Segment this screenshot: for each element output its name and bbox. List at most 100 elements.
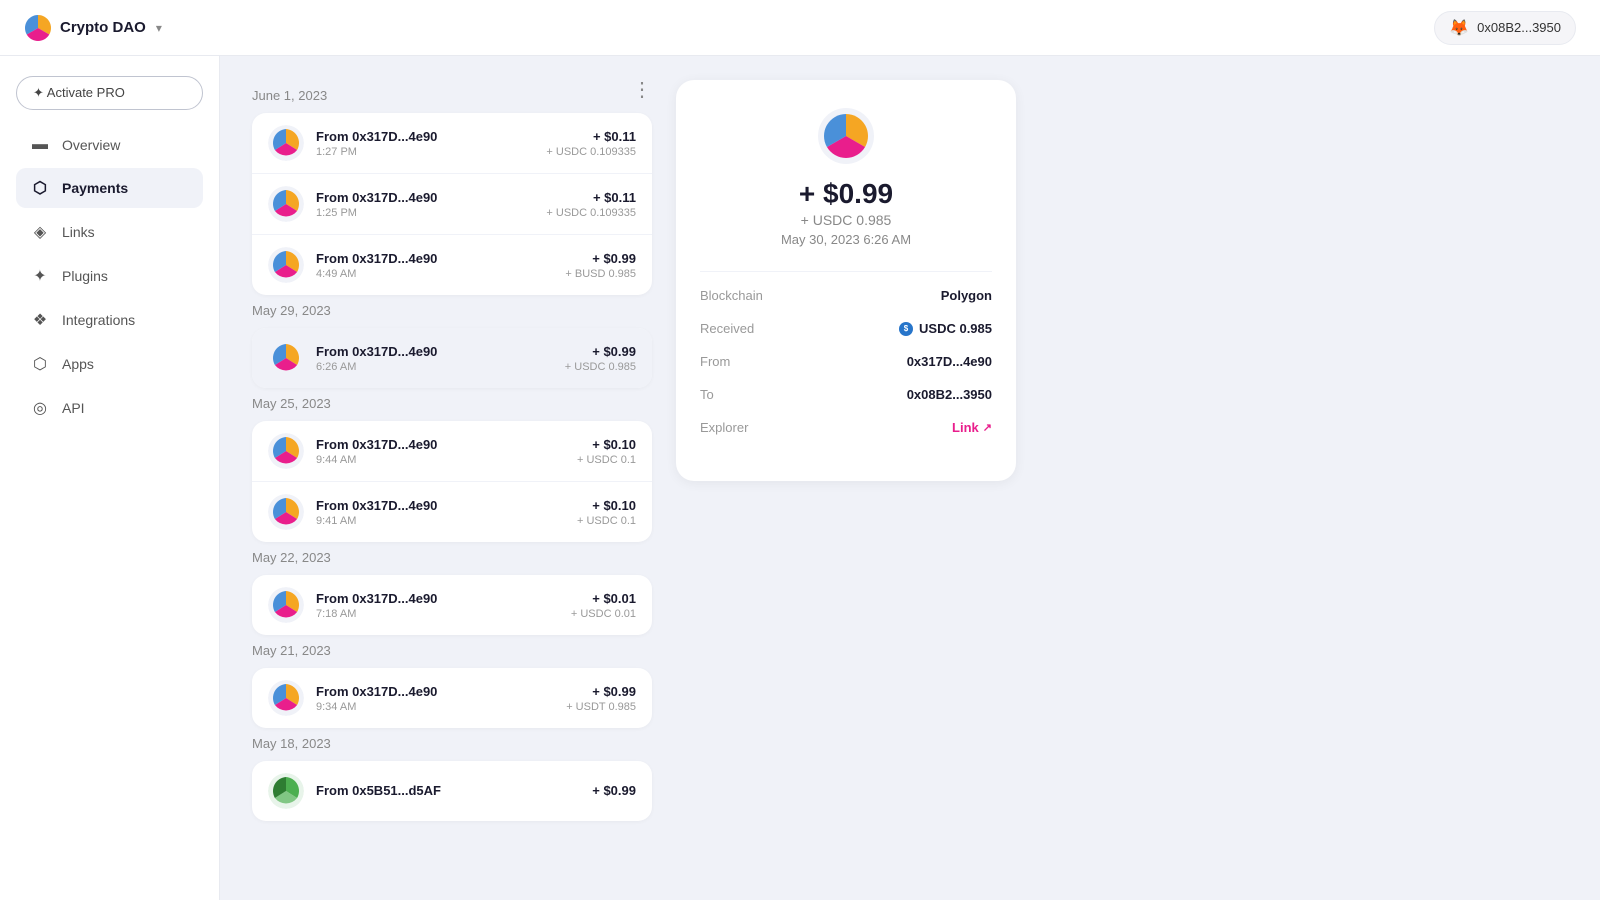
sidebar-item-apps[interactable]: ⬡ Apps: [16, 344, 203, 384]
payment-token: + USDC 0.1: [577, 515, 636, 527]
dropdown-arrow-icon[interactable]: ▾: [156, 21, 162, 35]
plugins-icon: ✦: [30, 266, 50, 286]
payment-group-0: June 1, 2023 From 0x317D...4e90 1:27 PM …: [252, 88, 652, 295]
payment-item[interactable]: From 0x317D...4e90 4:49 AM + $0.99 + BUS…: [252, 235, 652, 295]
integrations-icon: ❖: [30, 310, 50, 330]
payment-time: 7:18 AM: [316, 608, 571, 620]
sidebar-item-plugins-label: Plugins: [62, 268, 108, 284]
date-label-4: May 21, 2023: [252, 643, 652, 658]
payment-usd: + $0.10: [577, 437, 636, 452]
detail-row-explorer: Explorer Link ↗: [700, 420, 992, 435]
payment-item-selected[interactable]: From 0x317D...4e90 6:26 AM + $0.99 + USD…: [252, 328, 652, 388]
payment-usd: + $0.99: [565, 344, 636, 359]
activate-pro-button[interactable]: ✦ Activate PRO: [16, 76, 203, 110]
payment-card-group-4: From 0x317D...4e90 9:34 AM + $0.99 + USD…: [252, 668, 652, 728]
payment-from: From 0x317D...4e90: [316, 190, 546, 205]
payment-info: From 0x5B51...d5AF: [316, 783, 592, 800]
payment-from: From 0x317D...4e90: [316, 251, 565, 266]
received-amount: USDC 0.985: [919, 321, 992, 336]
to-value: 0x08B2...3950: [907, 387, 992, 402]
payments-list: ⋮ June 1, 2023 From 0x317D...4e90 1:27 P…: [252, 80, 652, 876]
payment-info: From 0x317D...4e90 4:49 AM: [316, 251, 565, 280]
sidebar-item-integrations[interactable]: ❖ Integrations: [16, 300, 203, 340]
detail-crypto-icon: [818, 108, 874, 164]
payment-group-5: May 18, 2023 From 0x5B51...d5AF + $0.99: [252, 736, 652, 821]
payment-info: From 0x317D...4e90 1:27 PM: [316, 129, 546, 158]
payment-usd: + $0.01: [571, 591, 636, 606]
payment-info: From 0x317D...4e90 7:18 AM: [316, 591, 571, 620]
date-label-0: June 1, 2023: [252, 88, 652, 103]
payment-token: + USDC 0.01: [571, 608, 636, 620]
received-label: Received: [700, 321, 754, 336]
explorer-label: Explorer: [700, 420, 748, 435]
sidebar: ✦ Activate PRO ▬ Overview ⬡ Payments ◈ L…: [0, 56, 220, 900]
detail-row-from: From 0x317D...4e90: [700, 354, 992, 369]
topbar: Crypto DAO ▾ 🦊 0x08B2...3950: [0, 0, 1600, 56]
payment-token: + USDC 0.1: [577, 454, 636, 466]
explorer-link-text: Link: [952, 420, 979, 435]
sidebar-item-api[interactable]: ◎ API: [16, 388, 203, 428]
payment-time: 9:34 AM: [316, 701, 566, 713]
payment-usd: + $0.99: [566, 684, 636, 699]
received-value: $ USDC 0.985: [899, 321, 992, 336]
payment-usd: + $0.10: [577, 498, 636, 513]
payment-item[interactable]: From 0x317D...4e90 7:18 AM + $0.01 + USD…: [252, 575, 652, 635]
payment-item[interactable]: From 0x317D...4e90 9:41 AM + $0.10 + USD…: [252, 482, 652, 542]
payment-info: From 0x317D...4e90 9:34 AM: [316, 684, 566, 713]
payment-from: From 0x5B51...d5AF: [316, 783, 592, 798]
sidebar-item-plugins[interactable]: ✦ Plugins: [16, 256, 203, 296]
sidebar-item-payments-label: Payments: [62, 180, 128, 196]
avatar-8: [268, 773, 304, 809]
payment-card-group-3: From 0x317D...4e90 7:18 AM + $0.01 + USD…: [252, 575, 652, 635]
links-icon: ◈: [30, 222, 50, 242]
wallet-badge[interactable]: 🦊 0x08B2...3950: [1434, 11, 1576, 45]
payment-usd: + $0.99: [592, 783, 636, 798]
payment-from: From 0x317D...4e90: [316, 684, 566, 699]
topbar-left: Crypto DAO ▾: [24, 14, 162, 42]
detail-date: May 30, 2023 6:26 AM: [781, 232, 911, 247]
payment-time: 4:49 AM: [316, 268, 565, 280]
payment-time: 9:41 AM: [316, 515, 577, 527]
sidebar-item-overview[interactable]: ▬ Overview: [16, 126, 203, 164]
payment-amount: + $0.99 + USDT 0.985: [566, 684, 636, 713]
sidebar-item-apps-label: Apps: [62, 356, 94, 372]
payment-from: From 0x317D...4e90: [316, 437, 577, 452]
avatar-0: [268, 125, 304, 161]
from-label: From: [700, 354, 730, 369]
sidebar-item-payments[interactable]: ⬡ Payments: [16, 168, 203, 208]
payment-item[interactable]: From 0x317D...4e90 9:44 AM + $0.10 + USD…: [252, 421, 652, 482]
payment-group-4: May 21, 2023 From 0x317D...4e90 9:34 AM …: [252, 643, 652, 728]
payments-icon: ⬡: [30, 178, 50, 198]
payment-token: + BUSD 0.985: [565, 268, 636, 280]
payment-group-2: May 25, 2023 From 0x317D...4e90 9:44 AM …: [252, 396, 652, 542]
date-label-2: May 25, 2023: [252, 396, 652, 411]
detail-row-received: Received $ USDC 0.985: [700, 321, 992, 336]
payment-time: 1:25 PM: [316, 207, 546, 219]
avatar-4: [268, 433, 304, 469]
avatar-6: [268, 587, 304, 623]
payment-amount: + $0.11 + USDC 0.109335: [546, 129, 636, 158]
avatar-2: [268, 247, 304, 283]
payment-card-group-5: From 0x5B51...d5AF + $0.99: [252, 761, 652, 821]
date-label-5: May 18, 2023: [252, 736, 652, 751]
payment-from: From 0x317D...4e90: [316, 129, 546, 144]
payment-item[interactable]: From 0x5B51...d5AF + $0.99: [252, 761, 652, 821]
payment-amount: + $0.10 + USDC 0.1: [577, 498, 636, 527]
explorer-link[interactable]: Link ↗: [952, 420, 992, 435]
payment-group-3: May 22, 2023 From 0x317D...4e90 7:18 AM …: [252, 550, 652, 635]
more-options-button[interactable]: ⋮: [632, 80, 652, 100]
logo-icon: [24, 14, 52, 42]
payment-token: + USDC 0.109335: [546, 207, 636, 219]
to-label: To: [700, 387, 714, 402]
detail-divider: [700, 271, 992, 272]
sidebar-item-links[interactable]: ◈ Links: [16, 212, 203, 252]
api-icon: ◎: [30, 398, 50, 418]
payment-item[interactable]: From 0x317D...4e90 9:34 AM + $0.99 + USD…: [252, 668, 652, 728]
payment-item[interactable]: From 0x317D...4e90 1:27 PM + $0.11 + USD…: [252, 113, 652, 174]
payment-info: From 0x317D...4e90 1:25 PM: [316, 190, 546, 219]
sidebar-item-overview-label: Overview: [62, 137, 120, 153]
date-label-1: May 29, 2023: [252, 303, 652, 318]
payment-item[interactable]: From 0x317D...4e90 1:25 PM + $0.11 + USD…: [252, 174, 652, 235]
detail-amount: + $0.99: [799, 178, 893, 210]
payment-card-group-0: From 0x317D...4e90 1:27 PM + $0.11 + USD…: [252, 113, 652, 295]
